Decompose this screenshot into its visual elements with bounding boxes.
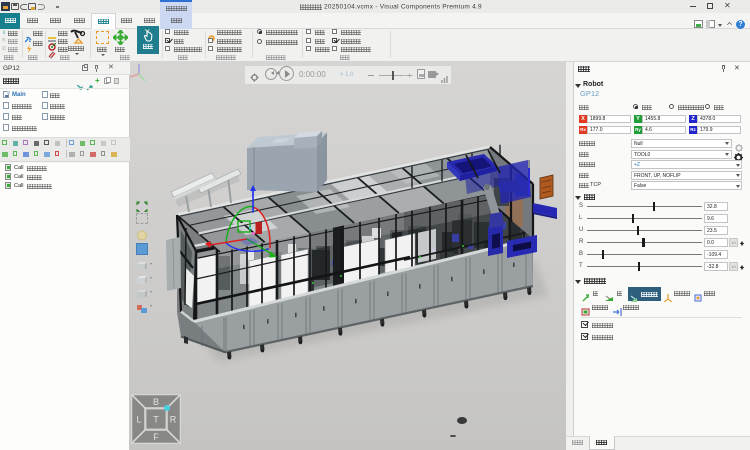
- svg-text:F: F: [153, 432, 159, 442]
- svg-text:B: B: [153, 397, 159, 407]
- svg-text:R: R: [170, 415, 177, 425]
- svg-text:L: L: [136, 415, 141, 425]
- svg-text:T: T: [153, 415, 159, 425]
